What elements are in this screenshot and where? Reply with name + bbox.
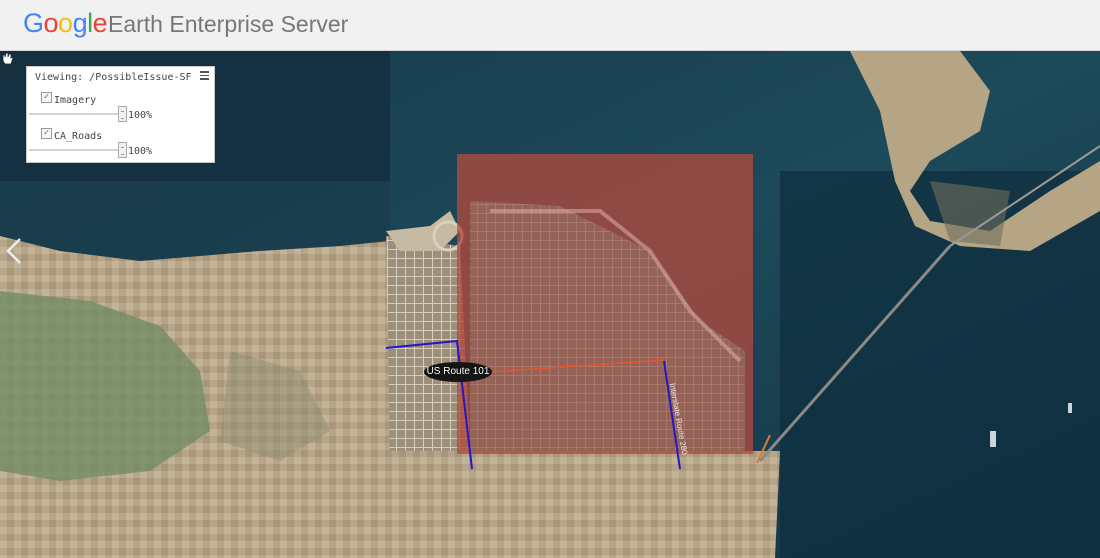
opacity-slider-track[interactable] (29, 149, 125, 151)
opacity-value: 100% (128, 146, 153, 157)
opacity-slider-handle[interactable] (118, 142, 127, 158)
layer-name: Imagery (54, 95, 97, 106)
logo-letter: e (92, 8, 108, 38)
opacity-slider-handle[interactable] (118, 106, 127, 122)
layer-row-imagery: ✓ Imagery 100% (27, 92, 216, 128)
layer-checkbox-ca-roads[interactable]: ✓ (41, 128, 52, 139)
app-header: Google Earth Enterprise Server (0, 0, 1100, 51)
google-logo: Google (23, 8, 108, 39)
layer-panel: Viewing: /PossibleIssue-SF ✓ Imagery 100… (26, 66, 215, 163)
logo-letter: o (58, 8, 73, 38)
route-101-label: US Route 101 (424, 362, 492, 382)
layer-checkbox-imagery[interactable]: ✓ (41, 92, 52, 103)
grab-hand-icon (2, 52, 14, 65)
logo-letter: g (72, 8, 88, 38)
chevron-left-icon[interactable] (4, 236, 24, 266)
opacity-slider-track[interactable] (29, 113, 125, 115)
viewing-label: Viewing: /PossibleIssue-SF (35, 72, 192, 83)
layer-name: CA_Roads (54, 131, 103, 142)
layer-row-ca-roads: ✓ CA_Roads 100% (27, 128, 216, 164)
logo-letter: G (23, 8, 44, 38)
product-title: Earth Enterprise Server (108, 11, 349, 37)
opacity-value: 100% (128, 110, 153, 121)
hamburger-menu-icon[interactable] (200, 71, 209, 80)
logo-letter: o (43, 8, 59, 38)
route-101-text: US Route 101 (426, 366, 490, 377)
